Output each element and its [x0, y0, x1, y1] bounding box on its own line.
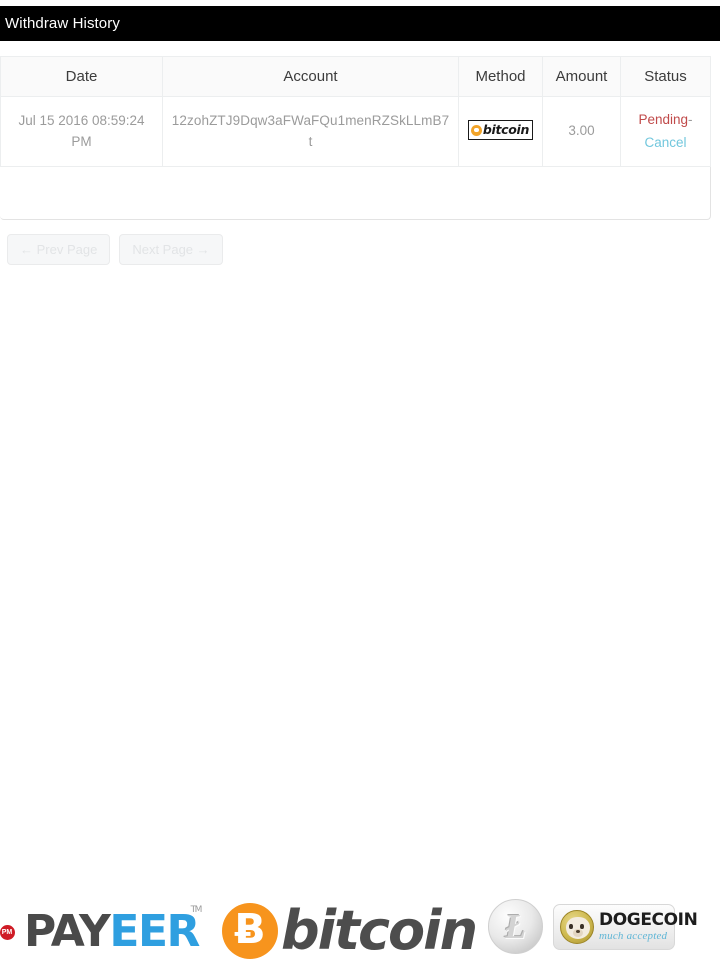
- litecoin-logo: Ł: [488, 899, 543, 954]
- status-separator: -: [688, 111, 693, 127]
- pagination-controls: ← Prev Page Next Page →: [7, 234, 223, 265]
- perfectmoney-tm-icon: PM: [0, 925, 15, 940]
- perfectmoney-logo: ey PM t: [0, 923, 15, 959]
- bitcoin-icon: [470, 124, 482, 136]
- bitcoin-badge-label: bitcoin: [482, 122, 530, 138]
- next-page-button[interactable]: Next Page →: [119, 234, 223, 265]
- doge-face-shape: [566, 917, 590, 939]
- app-header-bar: Withdraw History: [0, 6, 720, 41]
- doge-nose: [576, 929, 580, 933]
- table-row: Jul 15 2016 08:59:24 PM 12zohZTJ9Dqw3aFW…: [0, 96, 711, 167]
- payeer-tm-mark: TM: [190, 905, 203, 915]
- column-header-account[interactable]: Account: [162, 56, 459, 97]
- column-header-status[interactable]: Status: [620, 56, 711, 97]
- doge-eye-left: [569, 924, 573, 929]
- bitcoin-method-badge: bitcoin: [467, 120, 534, 141]
- litecoin-coin-icon: Ł: [504, 907, 527, 946]
- cell-status: Pending- Cancel: [620, 96, 711, 167]
- withdraw-history-table: Date Account Method Amount Status Jul 15…: [0, 56, 711, 167]
- bitcoin-wordmark: bitcoin: [281, 899, 478, 962]
- prev-page-button[interactable]: ← Prev Page: [7, 234, 111, 265]
- dogecoin-text-block: DOGECOIN much accepted: [599, 910, 698, 942]
- dogecoin-tagline: much accepted: [599, 930, 668, 942]
- cell-method: bitcoin: [458, 96, 543, 167]
- dogecoin-wordmark: DOGECOIN: [599, 910, 698, 930]
- cell-amount: 3.00: [542, 96, 621, 167]
- doge-eye-right: [580, 924, 584, 929]
- cancel-withdraw-link[interactable]: Cancel: [629, 133, 702, 154]
- payment-methods-footer: ey PM t PAYEERTM Ƀ bitcoin Ł DOGECOIN mu…: [0, 895, 720, 973]
- dogecoin-logo: DOGECOIN much accepted: [553, 904, 698, 950]
- column-header-method[interactable]: Method: [458, 56, 543, 97]
- payeer-wordmark-part2: EER: [109, 906, 200, 957]
- bitcoin-logo: Ƀ bitcoin: [222, 899, 478, 962]
- bitcoin-coin-icon: Ƀ: [222, 903, 278, 959]
- withdraw-history-panel: Date Account Method Amount Status Jul 15…: [0, 56, 711, 265]
- dogecoin-coin-icon: [560, 910, 594, 944]
- page-title: Withdraw History: [5, 15, 120, 32]
- payeer-wordmark-part1: PAY: [24, 906, 111, 957]
- cell-date: Jul 15 2016 08:59:24 PM: [0, 96, 163, 167]
- column-header-date[interactable]: Date: [0, 56, 163, 97]
- column-header-amount[interactable]: Amount: [542, 56, 621, 97]
- table-header-row: Date Account Method Amount Status: [0, 56, 711, 97]
- cell-account: 12zohZTJ9Dqw3aFWaFQu1menRZSkLLmB7t: [162, 96, 459, 167]
- status-badge: Pending: [638, 111, 689, 127]
- payeer-logo: PAYEER TM: [24, 906, 202, 954]
